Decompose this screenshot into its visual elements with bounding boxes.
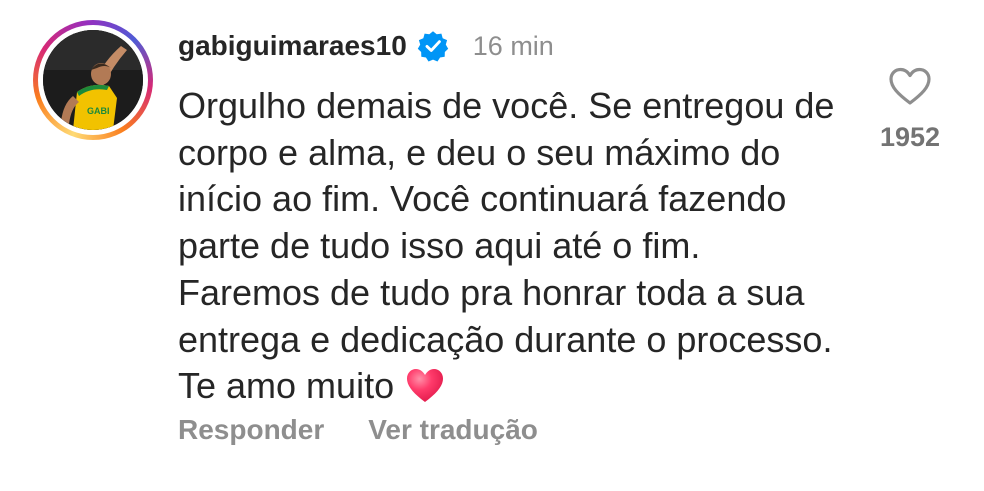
like-column: 1952	[868, 66, 952, 153]
red-heart-emoji-icon	[407, 369, 444, 403]
reply-button[interactable]: Responder	[178, 414, 324, 446]
comment-timestamp: 16 min	[472, 30, 554, 61]
comment-actions: Responder Ver tradução	[178, 414, 582, 446]
translate-button[interactable]: Ver tradução	[368, 414, 538, 446]
like-count: 1952	[879, 122, 941, 152]
avatar-story-ring[interactable]: GABI	[33, 20, 153, 140]
heart-like-icon[interactable]	[888, 66, 932, 106]
avatar[interactable]: GABI	[43, 30, 143, 130]
avatar-jersey-text: GABI	[87, 106, 110, 116]
comment-text: Orgulho demais de você. Se entregou de c…	[178, 85, 835, 407]
username[interactable]: gabiguimaraes10	[178, 30, 407, 62]
avatar-photo: GABI	[43, 30, 143, 130]
comment-header: gabiguimaraes10 16 min	[178, 28, 554, 64]
comment-body: Orgulho demais de você. Se entregou de c…	[178, 83, 838, 410]
verified-badge-icon	[417, 31, 448, 62]
